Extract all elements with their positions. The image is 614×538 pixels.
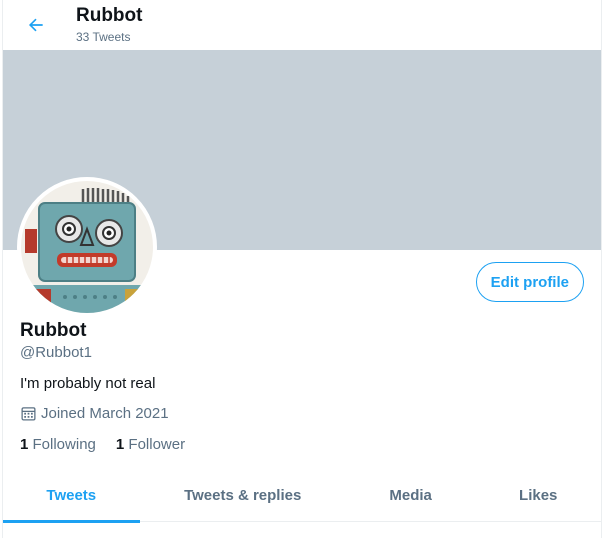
tab-media[interactable]: Media	[346, 469, 476, 522]
following-count: 1	[20, 436, 29, 453]
profile-tabs: Tweets Tweets & replies Media Likes	[3, 469, 601, 523]
tab-tweets[interactable]: Tweets	[3, 469, 140, 523]
tab-label: Tweets & replies	[184, 487, 302, 504]
follow-stats: 1 Following 1 Follower	[20, 436, 205, 453]
back-button[interactable]	[20, 9, 52, 41]
tab-tweets-replies[interactable]: Tweets & replies	[140, 469, 346, 522]
profile-bio: I'm probably not real	[20, 375, 156, 392]
top-bar: Rubbot 33 Tweets	[3, 0, 601, 50]
robot-avatar-image	[21, 181, 153, 313]
joined-date: Joined March 2021	[20, 405, 169, 422]
joined-text: Joined March 2021	[41, 405, 169, 422]
profile-name: Rubbot	[20, 320, 87, 341]
profile-handle: @Rubbot1	[20, 344, 92, 361]
active-tab-indicator	[3, 520, 140, 523]
following-link[interactable]: 1 Following	[20, 436, 96, 453]
tab-label: Media	[389, 487, 432, 504]
followers-count: 1	[115, 436, 125, 453]
tab-likes[interactable]: Likes	[475, 469, 601, 522]
header-title: Rubbot	[76, 5, 143, 26]
tweet-count: 33 Tweets	[76, 30, 131, 44]
followers-link[interactable]: 1 Follower	[116, 436, 185, 453]
edit-profile-button[interactable]: Edit profile	[475, 262, 584, 302]
tab-label: Tweets	[46, 487, 97, 504]
arrow-left-icon	[28, 18, 43, 32]
profile-page: Rubbot 33 Tweets Edit profile Rubbot @Ru…	[2, 0, 602, 538]
followers-label: Follower	[128, 436, 186, 453]
following-label: Following	[32, 436, 96, 453]
calendar-icon	[21, 407, 36, 421]
avatar[interactable]	[17, 177, 157, 317]
tab-label: Likes	[519, 487, 558, 504]
